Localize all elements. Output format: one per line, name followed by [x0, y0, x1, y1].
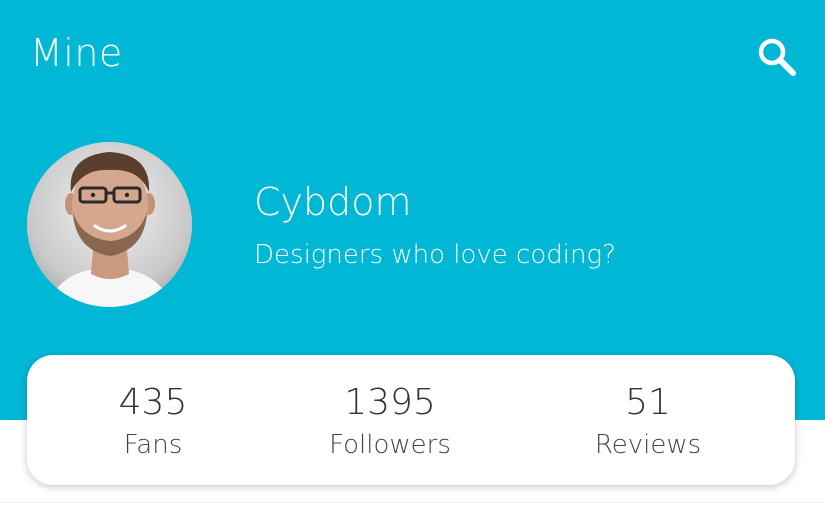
profile-screen: Mine Cybdom Designers who love coding? 4… [0, 0, 825, 505]
stat-followers[interactable]: 1395 Followers [290, 355, 490, 485]
bottom-divider [0, 502, 825, 503]
stat-label: Followers [329, 429, 451, 460]
stats-card: 435 Fans 1395 Followers 51 Reviews [27, 355, 795, 485]
page-title: Mine [30, 31, 123, 75]
stat-label: Fans [123, 429, 183, 460]
stat-label: Reviews [594, 429, 702, 460]
stat-value: 1395 [344, 382, 436, 423]
profile-name: Cybdom [254, 180, 412, 224]
profile-photo [27, 142, 192, 307]
search-button[interactable] [756, 36, 798, 78]
profile-bio: Designers who love coding? [254, 240, 616, 270]
stat-value: 51 [625, 382, 671, 423]
stat-value: 435 [118, 382, 188, 423]
stat-reviews[interactable]: 51 Reviews [548, 355, 748, 485]
avatar[interactable] [27, 142, 192, 307]
stat-fans[interactable]: 435 Fans [53, 355, 253, 485]
search-icon [758, 38, 796, 76]
